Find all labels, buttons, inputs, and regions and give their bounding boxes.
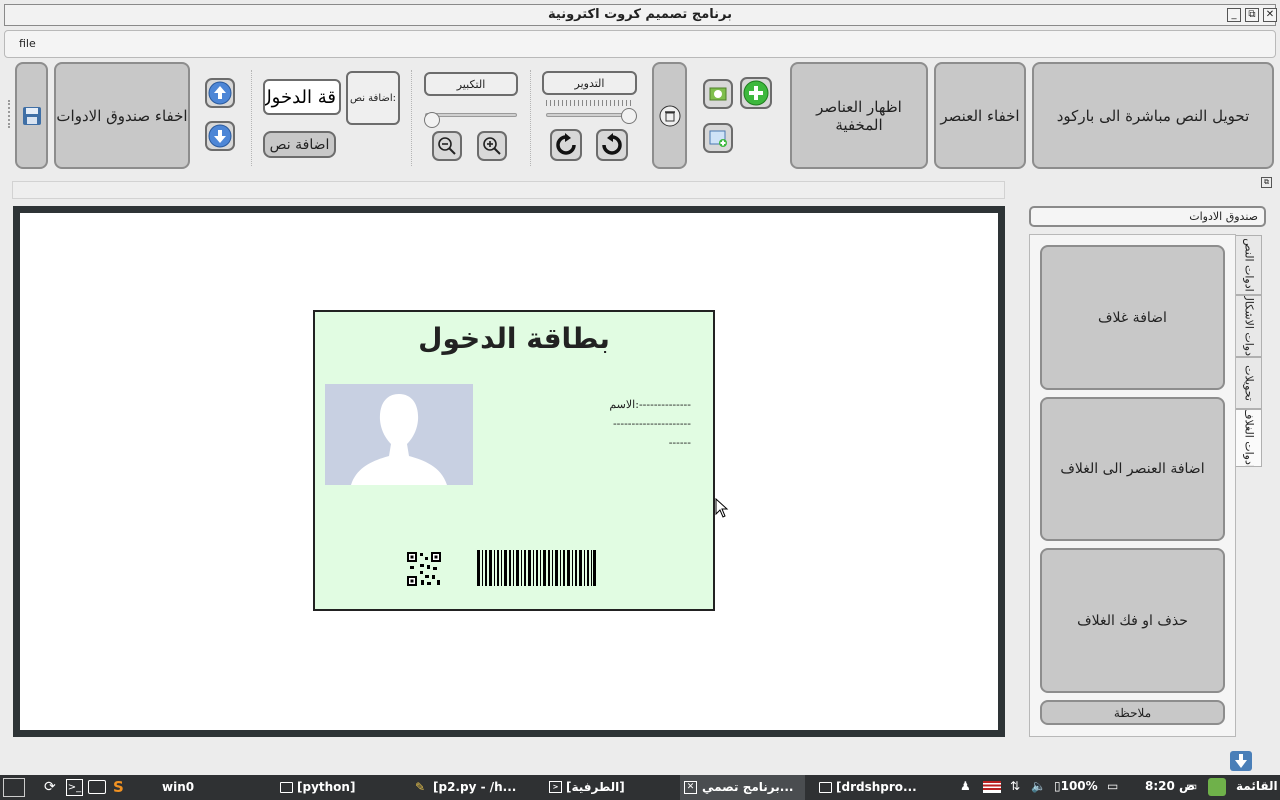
name-line[interactable]: الاسم:--------------: [609, 398, 691, 411]
add-text-button[interactable]: اضافة نص: [263, 131, 336, 158]
image-add-icon: [709, 87, 727, 101]
add-image-button[interactable]: [703, 79, 733, 109]
taskbar-item-drdshpro[interactable]: [drdshpro...: [819, 775, 917, 800]
rotate-left-button[interactable]: [550, 129, 582, 161]
info-line-2[interactable]: ---------------------: [613, 417, 691, 430]
picture-insert-icon: [709, 130, 727, 147]
taskbar-item-win0[interactable]: win0: [162, 775, 194, 800]
scroll-down-button[interactable]: [1230, 751, 1252, 771]
mint-menu-icon[interactable]: [1208, 778, 1226, 796]
show-desktop-icon[interactable]: [3, 778, 25, 797]
rotate-right-button[interactable]: [596, 129, 628, 161]
hide-element-button[interactable]: اخفاء العنصر: [934, 62, 1026, 169]
info-line-3[interactable]: ------: [669, 436, 691, 449]
battery-icon: ▯: [1054, 779, 1061, 793]
delete-cover-button[interactable]: حذف او فك الغلاف: [1040, 548, 1225, 693]
arrow-down-icon: [208, 124, 232, 148]
add-element-to-cover-button[interactable]: اضافة العنصر الى الغلاف: [1040, 397, 1225, 541]
design-canvas[interactable]: بطاقة الدخول الاسم:-------------- ------…: [20, 213, 998, 730]
zoom-out-button[interactable]: [432, 131, 462, 161]
menu-file[interactable]: file: [19, 37, 36, 50]
tab-transforms[interactable]: تحويلات: [1236, 357, 1262, 409]
add-cover-button[interactable]: اضافة غلاف: [1040, 245, 1225, 390]
minimize-icon[interactable]: _: [1227, 8, 1241, 22]
window-title: برنامج تصميم كروت اكترونية: [548, 7, 732, 22]
move-down-button[interactable]: [205, 121, 235, 151]
user-icon[interactable]: ♟: [960, 779, 971, 793]
card-title[interactable]: بطاقة الدخول: [315, 322, 713, 355]
tab-shape-tools[interactable]: ادوات الاشكال: [1236, 295, 1262, 357]
window-title-bar: برنامج تصميم كروت اكترونية _ ⧉ ✕: [4, 4, 1277, 26]
folder-icon: [280, 782, 293, 793]
volume-icon[interactable]: 🔈: [1031, 779, 1046, 793]
zoom-label: التكبير: [424, 72, 518, 96]
id-card[interactable]: بطاقة الدخول الاسم:-------------- ------…: [313, 310, 715, 611]
zoom-in-button[interactable]: [477, 131, 507, 161]
taskbar-item-python[interactable]: [python]: [280, 775, 355, 800]
app-icon: ✕: [684, 781, 697, 794]
display-icon[interactable]: ▭: [1107, 779, 1118, 793]
canvas-frame: بطاقة الدخول الاسم:-------------- ------…: [13, 206, 1005, 737]
terminal-icon[interactable]: >_: [66, 779, 83, 796]
close-icon[interactable]: ✕: [1263, 8, 1277, 22]
text-input[interactable]: [263, 79, 341, 115]
tab-cover-tools[interactable]: ادوات الغلاف: [1236, 409, 1262, 467]
maximize-icon[interactable]: ⧉: [1245, 8, 1259, 22]
toolbar-separator: [411, 70, 412, 166]
text-to-barcode-button[interactable]: تحويل النص مباشرة الى باركود: [1032, 62, 1274, 169]
insert-picture-button[interactable]: [703, 123, 733, 153]
move-up-button[interactable]: [205, 78, 235, 108]
rotate-slider-ticks: [546, 100, 631, 106]
zoom-slider-handle[interactable]: [424, 112, 440, 128]
toolbar-grip[interactable]: [8, 100, 12, 128]
rotate-right-icon: [602, 133, 622, 155]
sublime-icon[interactable]: S: [113, 778, 124, 796]
battery-status[interactable]: ▯100%: [1054, 779, 1098, 793]
dock-float-icon[interactable]: ⧉: [1261, 177, 1272, 188]
tab-text-tools[interactable]: ادوات النص: [1236, 235, 1262, 295]
menu-bar: file: [4, 30, 1276, 58]
rotate-left-icon: [556, 133, 576, 155]
delete-button[interactable]: [652, 62, 687, 169]
rotate-label: التدوير: [542, 71, 637, 95]
plus-icon: [743, 80, 769, 106]
zoom-out-icon: [438, 137, 456, 155]
notes-button[interactable]: ملاحظة: [1040, 700, 1225, 725]
show-hidden-elements-button[interactable]: اظهار العناصر المخفية: [790, 62, 928, 169]
toolbox-dock-title: صندوق الادوات: [1029, 206, 1266, 227]
save-button[interactable]: [15, 62, 48, 169]
editor-icon: ✎: [415, 780, 426, 794]
refresh-icon[interactable]: ⟳: [44, 779, 56, 795]
name-label: الاسم:: [609, 398, 639, 411]
name-dashes: --------------: [638, 398, 691, 411]
toolbar-separator: [251, 70, 252, 166]
add-text-caption: اضافة نص:: [346, 71, 400, 125]
toolbar-separator: [530, 70, 531, 166]
taskbar-item-editor[interactable]: ✎ [p2.py - /h...: [415, 775, 516, 800]
mouse-cursor-icon: [715, 498, 729, 518]
canvas-ruler-strip: [12, 181, 1005, 199]
taskbar-item-card-designer[interactable]: ✕ برنامج تصمي...: [680, 775, 806, 800]
folder-icon: [819, 782, 832, 793]
keyboard-layout-flag-icon[interactable]: [983, 781, 1001, 793]
save-icon: [22, 106, 41, 125]
rotate-slider-handle[interactable]: [621, 108, 637, 124]
network-icon[interactable]: ⇅: [1010, 779, 1020, 793]
barcode-icon[interactable]: [477, 550, 596, 586]
taskbar: ⟳ >_ S win0 [python] ✎ [p2.py - /h... > …: [0, 775, 1280, 800]
avatar-placeholder[interactable]: [325, 384, 473, 485]
screen-icon[interactable]: ▭: [1186, 779, 1197, 793]
start-menu-label[interactable]: القائمة: [1236, 779, 1278, 793]
terminal-icon: >: [549, 781, 562, 793]
taskbar-item-terminal[interactable]: > [الطرفية]: [549, 775, 625, 800]
arrow-down-icon: [1235, 754, 1247, 768]
hide-toolbox-button[interactable]: اخفاء صندوق الادوات: [54, 62, 190, 169]
qr-code-icon[interactable]: [406, 551, 442, 587]
trash-icon: [659, 105, 680, 126]
arrow-up-icon: [208, 81, 232, 105]
folder-icon[interactable]: [88, 780, 106, 794]
zoom-in-icon: [483, 137, 501, 155]
add-element-button[interactable]: [740, 77, 772, 109]
person-silhouette-icon: [325, 384, 473, 485]
